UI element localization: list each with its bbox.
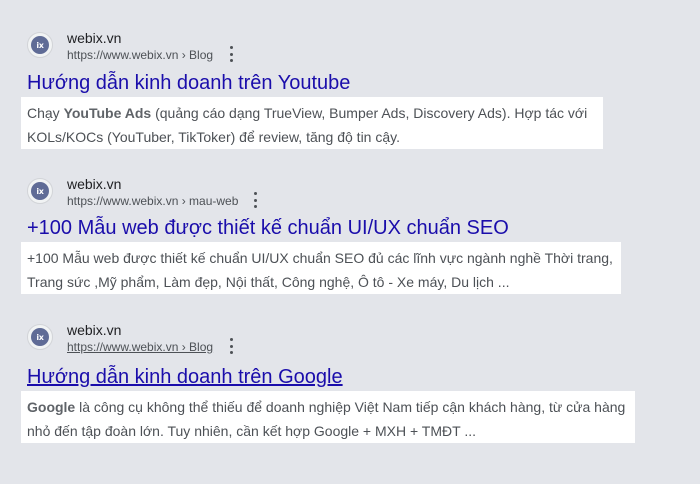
- site-favicon-icon: ix: [27, 324, 53, 350]
- snippet-line: Chạy YouTube Ads (quảng cáo dạng TrueVie…: [27, 105, 588, 121]
- snippet-line: +100 Mẫu web được thiết kế chuẩn UI/UX c…: [27, 250, 613, 266]
- result-snippet: +100 Mẫu web được thiết kế chuẩn UI/UX c…: [21, 242, 621, 294]
- result-snippet: Chạy YouTube Ads (quảng cáo dạng TrueVie…: [21, 97, 603, 149]
- result-snippet: Google là công cụ không thể thiếu để doa…: [21, 391, 635, 443]
- site-url: https://www.webix.vn › mau-web: [67, 194, 239, 208]
- snippet-line: nhỏ đến tập đoàn lớn. Tuy nhiên, cần kết…: [27, 423, 476, 439]
- more-options-icon[interactable]: [225, 338, 237, 354]
- site-url: https://www.webix.vn › Blog: [67, 48, 214, 62]
- more-options-icon[interactable]: [249, 192, 261, 208]
- site-name: webix.vn: [67, 322, 122, 338]
- site-name: webix.vn: [67, 30, 122, 46]
- result-site-row[interactable]: ix webix.vn https://www.webix.vn › Blog: [27, 322, 427, 356]
- result-site-row[interactable]: ix webix.vn https://www.webix.vn › Blog: [27, 30, 427, 64]
- site-favicon-icon: ix: [27, 32, 53, 58]
- site-url: https://www.webix.vn › Blog: [67, 340, 214, 354]
- snippet-line: KOLs/KOCs (YouTuber, TikToker) để review…: [27, 129, 400, 145]
- snippet-highlight: Google: [27, 399, 76, 415]
- snippet-line: Trang sức ,Mỹ phẩm, Làm đẹp, Nội thất, C…: [27, 274, 510, 290]
- snippet-highlight: YouTube Ads: [63, 105, 152, 121]
- result-title-link[interactable]: Hướng dẫn kinh doanh trên Google: [27, 366, 343, 389]
- more-options-icon[interactable]: [225, 46, 237, 62]
- site-name: webix.vn: [67, 176, 122, 192]
- result-title-link[interactable]: Hướng dẫn kinh doanh trên Youtube: [27, 72, 350, 95]
- snippet-line: Google là công cụ không thể thiếu để doa…: [27, 399, 626, 415]
- site-favicon-icon: ix: [27, 178, 53, 204]
- result-title-link[interactable]: +100 Mẫu web được thiết kế chuẩn UI/UX c…: [27, 217, 509, 240]
- result-site-row[interactable]: ix webix.vn https://www.webix.vn › mau-w…: [27, 176, 427, 210]
